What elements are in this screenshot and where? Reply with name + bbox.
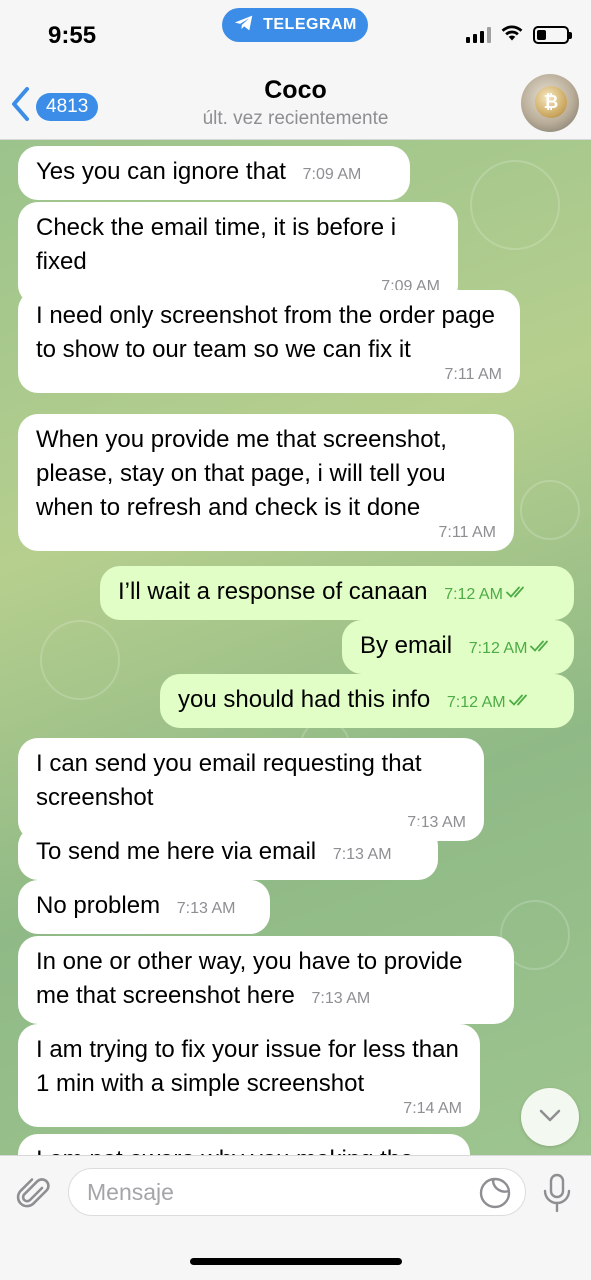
status-icons — [466, 24, 572, 46]
message-text: I need only screenshot from the order pa… — [36, 302, 495, 363]
chat-area[interactable]: Yes you can ignore that 7:09 AM Check th… — [0, 140, 591, 1155]
status-time: 9:55 — [48, 22, 97, 49]
message-bubble-incoming[interactable]: I need only screenshot from the order pa… — [18, 290, 520, 393]
message-bubble-incoming[interactable]: When you provide me that screenshot, ple… — [18, 414, 514, 551]
message-input[interactable] — [68, 1168, 526, 1216]
message-text: I’ll wait a response of canaan — [118, 578, 428, 605]
message-text: I am trying to fix your issue for less t… — [36, 1036, 459, 1097]
message-text: In one or other way, you have to provide… — [36, 948, 463, 1009]
scroll-down-button[interactable] — [521, 1088, 579, 1146]
wifi-icon — [501, 24, 523, 46]
bitcoin-coin-image: ₿ — [535, 86, 567, 118]
message-text: you should had this info — [178, 686, 431, 713]
composer-bar — [0, 1155, 591, 1280]
message-bubble-outgoing[interactable]: you should had this info 7:12 AM — [160, 674, 574, 728]
message-time: 7:11 AM — [438, 524, 496, 541]
background-doodle — [520, 480, 580, 540]
telegram-pill-label: TELEGRAM — [263, 16, 357, 33]
background-doodle — [40, 620, 120, 700]
status-bar: 9:55 TELEGRAM — [0, 0, 591, 62]
message-bubble-outgoing[interactable]: By email 7:12 AM — [342, 620, 574, 674]
message-text: I can send you email requesting that scr… — [36, 750, 422, 811]
message-time: 7:13 AM — [332, 846, 392, 863]
message-text: To send me here via email — [36, 838, 317, 865]
chat-title-block[interactable]: Coco últ. vez recientemente — [0, 76, 591, 130]
telegram-plane-icon — [233, 12, 255, 39]
paperclip-icon[interactable] — [14, 1174, 54, 1214]
message-bubble-outgoing[interactable]: I’ll wait a response of canaan 7:12 AM — [100, 566, 574, 620]
message-bubble-incoming[interactable]: No problem 7:13 AM — [18, 880, 270, 934]
message-bubble-incoming[interactable]: To send me here via email 7:13 AM — [18, 826, 438, 880]
message-text: When you provide me that screenshot, ple… — [36, 426, 447, 521]
double-check-icon — [508, 686, 533, 720]
double-check-icon — [505, 578, 530, 612]
message-time: 7:12 AM — [447, 694, 533, 711]
message-text: Yes you can ignore that — [36, 158, 286, 185]
message-bubble-incoming[interactable]: I am not aware why you making the — [18, 1134, 470, 1155]
message-text: No problem — [36, 892, 161, 919]
message-bubble-incoming[interactable]: I am trying to fix your issue for less t… — [18, 1024, 480, 1127]
message-time: 7:13 AM — [176, 900, 236, 917]
chat-subtitle: últ. vez recientemente — [202, 108, 389, 129]
sticker-icon[interactable] — [478, 1176, 512, 1210]
microphone-icon[interactable] — [540, 1172, 574, 1214]
telegram-pill[interactable]: TELEGRAM — [222, 8, 368, 42]
chevron-down-icon — [536, 1101, 564, 1134]
chat-title: Coco — [264, 76, 327, 104]
message-bubble-incoming[interactable]: Yes you can ignore that 7:09 AM — [18, 146, 410, 200]
avatar[interactable]: ₿ — [521, 74, 579, 132]
message-text: I am not aware why you making the — [36, 1146, 414, 1155]
signal-icon — [466, 27, 491, 43]
battery-icon — [533, 26, 572, 44]
double-check-icon — [530, 632, 554, 666]
message-time: 7:14 AM — [403, 1100, 462, 1117]
message-time: 7:09 AM — [302, 166, 362, 183]
chat-header: 4813 Coco últ. vez recientemente ₿ — [0, 62, 591, 140]
message-time: 7:12 AM — [469, 640, 555, 657]
message-time: 7:11 AM — [444, 366, 502, 383]
message-text: Check the email time, it is before i fix… — [36, 214, 397, 275]
home-indicator — [190, 1258, 402, 1265]
message-time: 7:12 AM — [444, 586, 530, 603]
message-time: 7:13 AM — [311, 990, 371, 1007]
background-doodle — [470, 160, 560, 250]
message-bubble-incoming[interactable]: In one or other way, you have to provide… — [18, 936, 514, 1024]
message-text: By email — [360, 632, 453, 659]
